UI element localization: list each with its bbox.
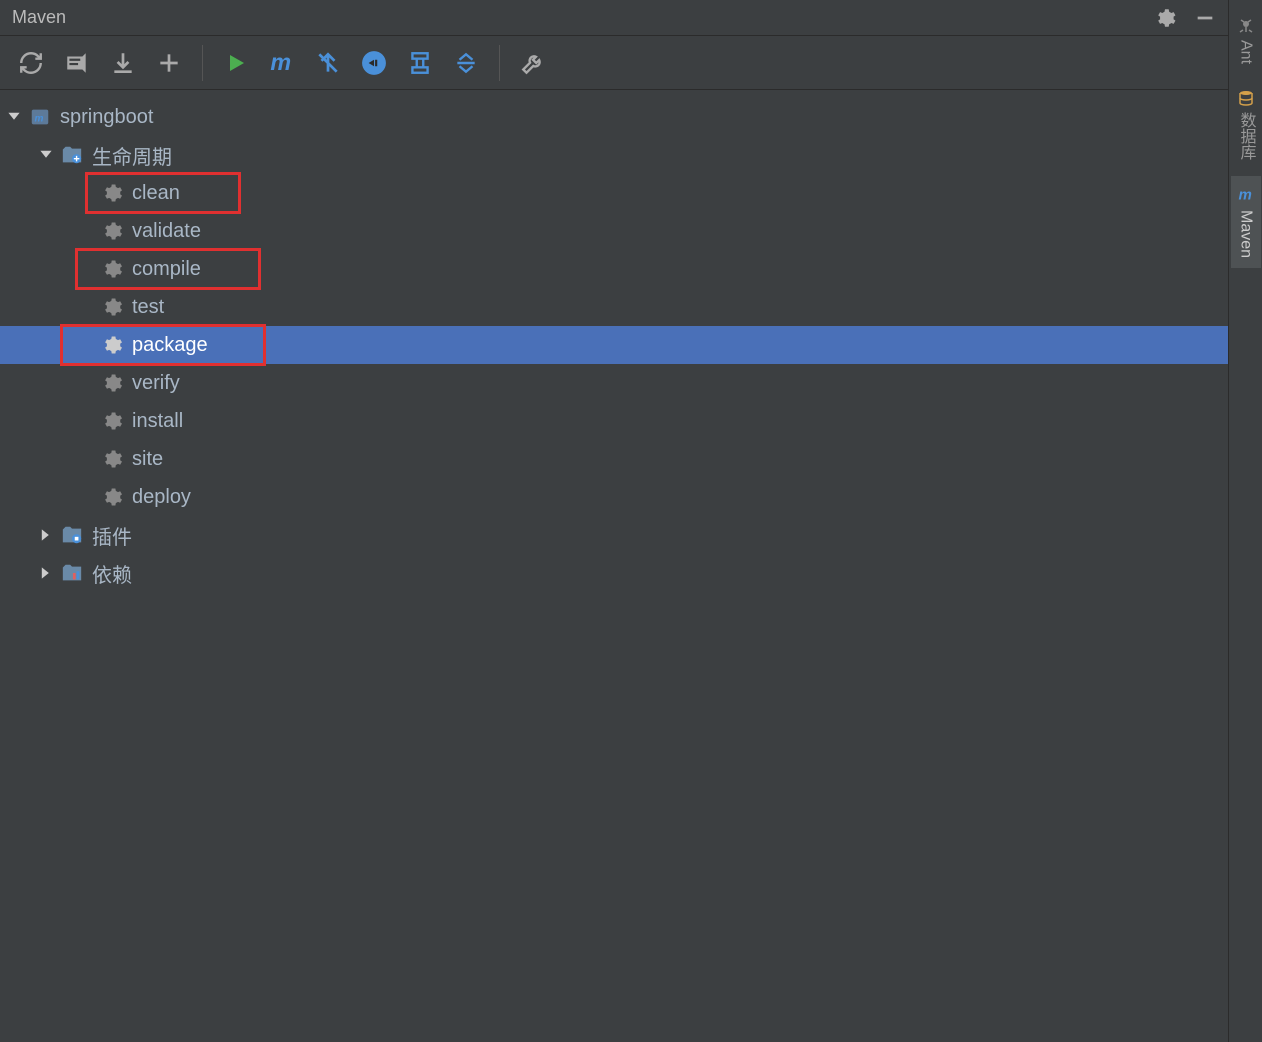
toolbar: m (0, 36, 1228, 90)
add-button[interactable] (148, 42, 190, 84)
tree-node-phase-compile[interactable]: compile (0, 250, 1228, 288)
phase-label: site (132, 448, 163, 471)
right-sidebar: Ant 数据库 m Maven (1228, 0, 1262, 1042)
tree-node-phase-verify[interactable]: verify (0, 364, 1228, 402)
tree-node-project[interactable]: m springboot (0, 98, 1228, 136)
ant-icon (1238, 18, 1254, 34)
phase-label: validate (132, 220, 201, 243)
deps-label: 依赖 (92, 559, 132, 588)
tab-maven[interactable]: m Maven (1231, 176, 1261, 268)
phase-label: compile (132, 258, 201, 281)
chevron-right-icon[interactable] (36, 528, 56, 542)
tab-label: Maven (1237, 210, 1255, 258)
generate-sources-button[interactable] (56, 42, 98, 84)
phase-label: package (132, 334, 208, 357)
tree-view: m springboot 生命周期 clean validate (0, 90, 1228, 1042)
gear-icon (100, 333, 124, 357)
chevron-down-icon[interactable] (36, 148, 56, 162)
gear-icon (100, 371, 124, 395)
run-button[interactable] (215, 42, 257, 84)
chevron-down-icon[interactable] (4, 110, 24, 124)
tree-node-dependencies[interactable]: 依赖 (0, 554, 1228, 592)
tab-ant[interactable]: Ant (1231, 8, 1261, 74)
svg-text:m: m (1238, 187, 1251, 204)
tab-database[interactable]: 数据库 (1228, 80, 1262, 170)
tree-node-phase-deploy[interactable]: deploy (0, 478, 1228, 516)
tree-node-lifecycle[interactable]: 生命周期 (0, 136, 1228, 174)
download-button[interactable] (102, 42, 144, 84)
svg-text:m: m (270, 49, 291, 75)
settings-icon[interactable] (1154, 7, 1176, 29)
gear-icon (100, 295, 124, 319)
gear-icon (100, 447, 124, 471)
folder-lifecycle-icon (60, 143, 84, 167)
execute-maven-button[interactable]: m (261, 42, 303, 84)
gear-icon (100, 485, 124, 509)
tree-node-phase-install[interactable]: install (0, 402, 1228, 440)
divider (202, 45, 203, 81)
tree-node-phase-validate[interactable]: validate (0, 212, 1228, 250)
show-dependencies-button[interactable] (399, 42, 441, 84)
chevron-right-icon[interactable] (36, 566, 56, 580)
gear-icon (100, 219, 124, 243)
tab-label: Ant (1237, 40, 1255, 64)
collapse-all-button[interactable] (445, 42, 487, 84)
title-bar: Maven (0, 0, 1228, 36)
divider (499, 45, 500, 81)
phase-label: test (132, 296, 164, 319)
gear-icon (100, 257, 124, 281)
phase-label: install (132, 410, 183, 433)
toggle-offline-button[interactable] (307, 42, 349, 84)
title-controls (1154, 7, 1216, 29)
tree-node-phase-package[interactable]: package (0, 326, 1228, 364)
svg-text:m: m (35, 114, 44, 125)
minimize-icon[interactable] (1194, 7, 1216, 29)
skip-tests-button[interactable] (353, 42, 395, 84)
gear-icon (100, 409, 124, 433)
tree-node-phase-clean[interactable]: clean (0, 174, 1228, 212)
tree-node-phase-test[interactable]: test (0, 288, 1228, 326)
phase-label: clean (132, 182, 180, 205)
tree-node-phase-site[interactable]: site (0, 440, 1228, 478)
maven-tool-window: Maven m (0, 0, 1228, 1042)
reload-button[interactable] (10, 42, 52, 84)
phase-label: deploy (132, 486, 191, 509)
wrench-button[interactable] (512, 42, 554, 84)
plugins-label: 插件 (92, 521, 132, 550)
tree-node-plugins[interactable]: 插件 (0, 516, 1228, 554)
lifecycle-label: 生命周期 (92, 141, 172, 170)
maven-icon: m (1237, 186, 1255, 204)
folder-deps-icon (60, 561, 84, 585)
database-icon (1238, 90, 1254, 106)
phase-label: verify (132, 372, 180, 395)
maven-project-icon: m (28, 105, 52, 129)
folder-plugins-icon (60, 523, 84, 547)
tab-label: 数据库 (1234, 112, 1258, 160)
window-title: Maven (12, 7, 66, 28)
gear-icon (100, 181, 124, 205)
project-name: springboot (60, 106, 153, 129)
